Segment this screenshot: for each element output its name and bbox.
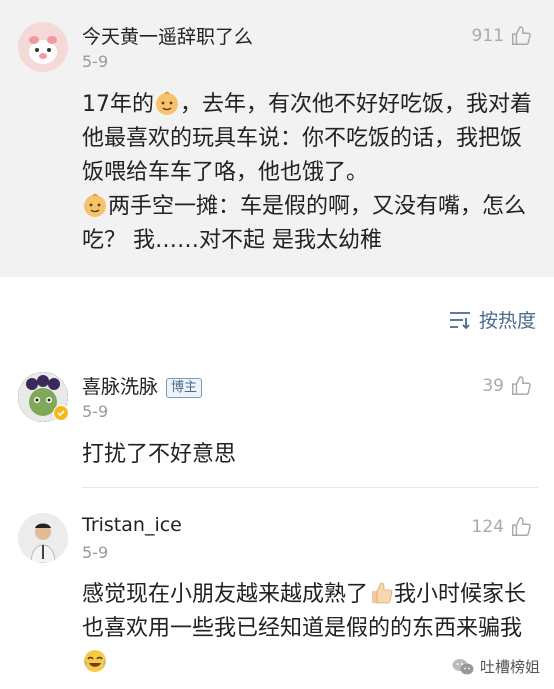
comment-text: 17年的 ，去年，有次他不好好吃饭，我对着他最喜欢的玩具车说：你不吃饭的话，我把饭… [82,88,537,258]
avatar[interactable] [18,513,68,563]
comment-date: 5-9 [82,52,109,71]
verified-badge-icon [53,405,69,421]
comment-username[interactable]: 喜脉洗脉 博主 [82,372,203,399]
wechat-icon [452,658,474,674]
comment-text-part: 17年的 [82,92,154,117]
like-button[interactable]: 911 [472,25,532,47]
watermark-label: 吐槽榜姐 [479,658,540,676]
comment-username[interactable]: 今天黄一遥辞职了么 [82,22,253,49]
comment-text-part: 感觉现在小朋友越来越成熟了 [82,582,369,607]
baby-emoji-icon [84,193,106,217]
thumbs-up-icon [512,376,531,395]
avatar[interactable] [18,22,68,72]
sort-by-hot-button[interactable]: 按热度 [449,306,536,333]
like-button[interactable]: 39 [482,375,532,397]
comment-text: 打扰了不好意思 [82,442,237,467]
like-button[interactable]: 124 [472,516,532,538]
baby-emoji-icon [156,91,178,115]
comment-date: 5-9 [82,543,109,562]
thumbs-up-icon [512,517,531,536]
like-count: 911 [471,26,504,46]
tears-of-joy-emoji-icon [84,650,106,672]
comment-text-part: 两手空一摊：车是假的啊，又没有嘴，怎么吃？ 我……对不起 是我太幼稚 [82,194,527,253]
like-count: 39 [482,376,504,396]
comment-username[interactable]: Tristan_ice [82,514,182,536]
sort-icon [449,311,470,329]
comment-date: 5-9 [82,402,109,421]
watermark: 吐槽榜姐 [452,656,540,677]
thumbs-up-icon [512,26,531,45]
thumbs-up-emoji-icon [372,582,393,604]
sort-label: 按热度 [478,310,536,332]
comment-divider [82,487,538,488]
username-text: 喜脉洗脉 [82,376,159,398]
like-count: 124 [471,517,504,537]
author-badge: 博主 [166,378,203,398]
